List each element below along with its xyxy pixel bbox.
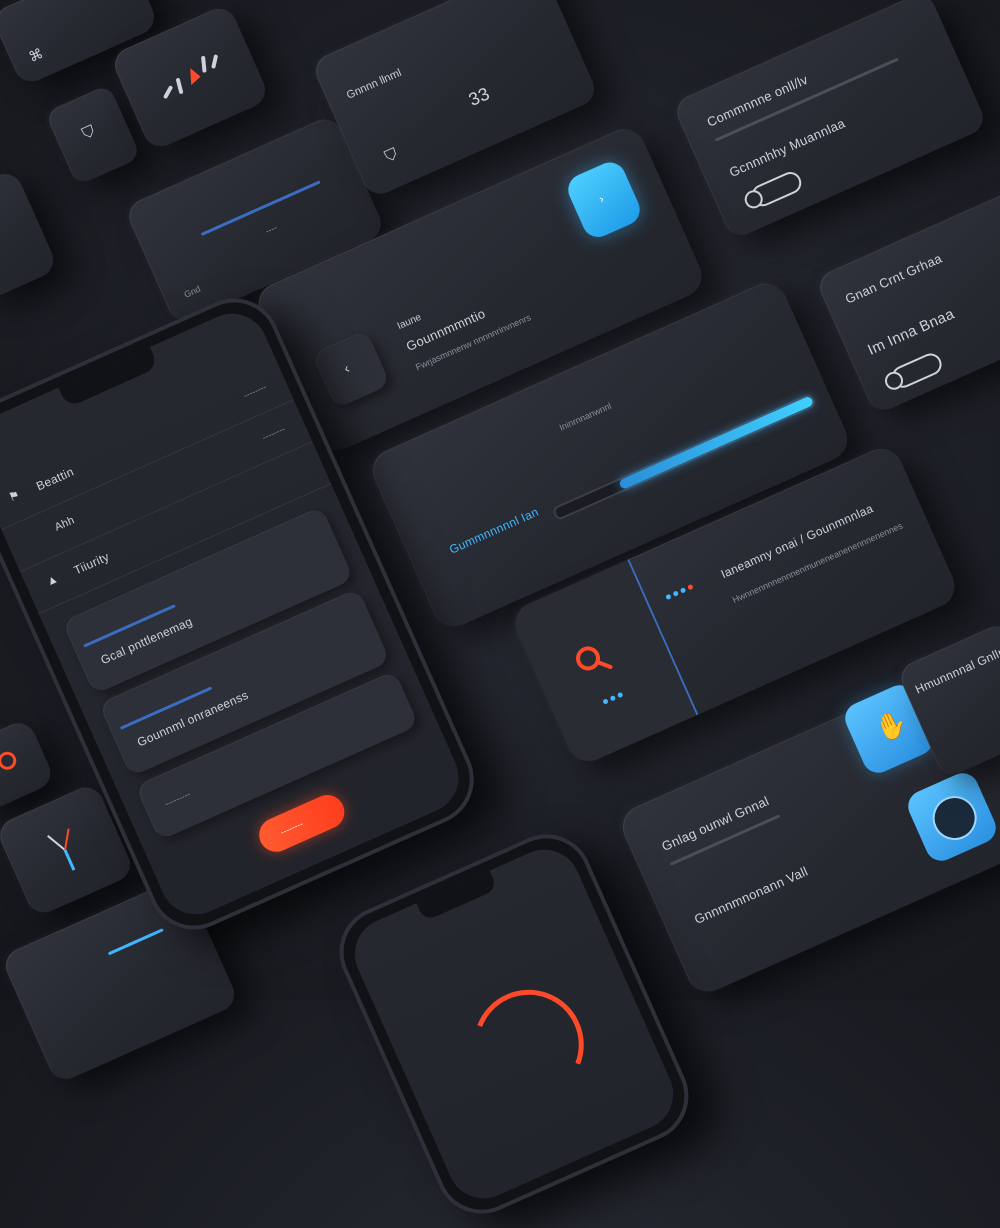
phone-card-title: Gcal pnttlenemag (98, 614, 195, 668)
phone-row-label: Beattin (34, 464, 76, 494)
phone-row-value: -------- (241, 381, 268, 401)
left-orange-tile[interactable] (0, 717, 56, 813)
dashboard-ui-kit-scene: ⌘ ⛉ Gnd ---- Gnnnn llnml 33 ⛉ Commnnne o… (0, 0, 1000, 1228)
right-card-subtitle: Im Inna Bnaa (865, 305, 957, 359)
search-icon (576, 646, 613, 671)
phone-notch (416, 870, 498, 922)
mini-card-label: Gnnnn llnml (344, 66, 404, 102)
chevron-left-icon: ‹ (341, 359, 352, 377)
accent-line (107, 928, 164, 956)
phone-card-value: --------- (163, 788, 192, 809)
flag-icon: ⚑ (6, 487, 22, 505)
primary-toggle-button[interactable]: › (563, 157, 645, 243)
phone-row-value: -------- (260, 423, 287, 443)
right-card-toggle[interactable] (888, 349, 946, 392)
color-dots (662, 575, 699, 604)
main-card-title: Iaune (395, 311, 424, 333)
activity-burst-icon (163, 54, 218, 99)
phone-row-label: Ahh (52, 514, 77, 534)
right-card[interactable]: Gnan Crnt Grhaa Im Inna Bnaa (814, 184, 1000, 416)
settings-glyph-icon: ⌘ (26, 44, 46, 66)
phone-button-label: -------- (278, 818, 305, 838)
phone-notch (58, 347, 159, 408)
top-right-toggle[interactable] (748, 168, 805, 210)
alert-ring-icon (0, 748, 20, 773)
hand-icon: ✋ (870, 705, 912, 747)
top-right-card[interactable]: Commnnne onll/lv Gcnnnhhy Muannlaa (671, 0, 989, 241)
second-phone-screen[interactable] (343, 838, 685, 1210)
back-button[interactable]: ‹ (311, 329, 391, 409)
phone-primary-button[interactable]: -------- (253, 789, 350, 858)
network-icon (47, 828, 76, 871)
left-edge-tile[interactable] (0, 168, 59, 302)
shield-outline-icon: ⛉ (382, 145, 401, 167)
slider-caption: Ininrnnanwnnl (557, 400, 613, 433)
round-badge (925, 788, 984, 848)
far-right-title: Hmunnnnal Gnlln (913, 644, 1000, 697)
bottom-right-title-2: Gnnnnmnonann Vall (691, 863, 811, 928)
shield-icon: ⛉ (79, 122, 98, 144)
orange-gauge (456, 972, 602, 1118)
progress-fill (618, 395, 815, 491)
slider-label: Gummnnnnnl Ian (447, 504, 541, 557)
shield-tile[interactable]: ⛉ (44, 84, 142, 186)
user-icon: ▲ (43, 571, 61, 589)
right-card-title: Gnan Crnt Grhaa (842, 250, 945, 307)
small-card-label: Gnd (182, 283, 203, 300)
pagination-dots[interactable] (599, 683, 628, 709)
small-card-value: ---- (263, 222, 279, 237)
phone-row-label: Tiiurity (71, 549, 112, 578)
mini-card-value: 33 (465, 83, 493, 110)
chevron-icon: › (596, 191, 607, 206)
small-slider-track[interactable] (200, 180, 321, 236)
